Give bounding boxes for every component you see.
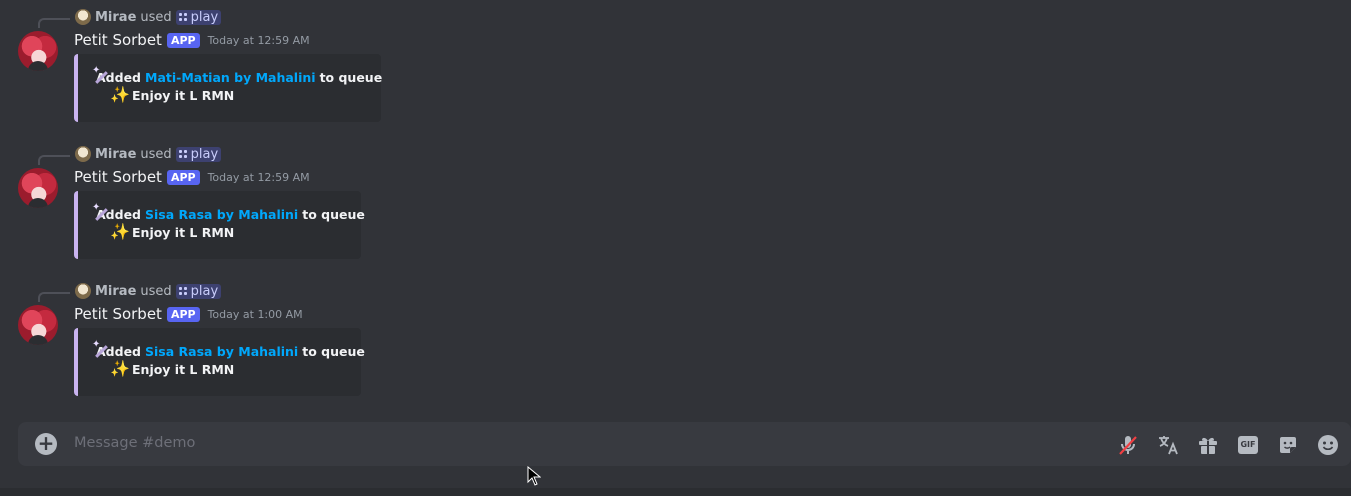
reply-context[interactable]: Mirae used play bbox=[75, 145, 222, 163]
embed-line-2: ✨ Enjoy it L RMN bbox=[92, 223, 345, 241]
reply-username[interactable]: Mirae bbox=[95, 147, 136, 162]
reply-avatar bbox=[75, 146, 91, 162]
slash-command-icon bbox=[178, 12, 188, 22]
app-badge: APP bbox=[166, 32, 200, 48]
embed: Added Sisa Rasa by Mahalini to queue ✨ E… bbox=[74, 328, 365, 396]
embed: Added Mati-Matian by Mahalini to queue ✨… bbox=[74, 54, 382, 122]
embed-line-1: Added Mati-Matian by Mahalini to queue bbox=[92, 65, 382, 86]
embed-line-2: ✨ Enjoy it L RMN bbox=[92, 360, 345, 378]
reply-verb: used bbox=[140, 146, 172, 162]
reply-verb: used bbox=[140, 9, 172, 25]
gif-icon[interactable]: GIF bbox=[1236, 433, 1260, 457]
command-mention[interactable]: play bbox=[175, 9, 222, 25]
message-composer: + Message #demo GIF bbox=[18, 422, 1351, 466]
author-name[interactable]: Petit Sorbet bbox=[74, 31, 162, 49]
author-avatar[interactable] bbox=[18, 31, 58, 71]
reply-context[interactable]: Mirae used play bbox=[75, 8, 222, 26]
mouse-cursor-icon bbox=[527, 466, 541, 486]
track-link[interactable]: Sisa Rasa by Mahalini bbox=[145, 344, 298, 359]
author-name[interactable]: Petit Sorbet bbox=[74, 305, 162, 323]
author-avatar[interactable] bbox=[18, 305, 58, 345]
enjoy-text: Enjoy it L RMN bbox=[132, 224, 235, 240]
voice-muted-icon[interactable] bbox=[1116, 433, 1140, 457]
message: Mirae used play Petit Sorbet APP Today a… bbox=[0, 137, 1351, 267]
timestamp[interactable]: Today at 12:59 AM bbox=[208, 34, 310, 47]
enjoy-text: Enjoy it L RMN bbox=[132, 87, 235, 103]
message-header: Petit Sorbet APP Today at 12:59 AM bbox=[74, 29, 310, 51]
reply-connector bbox=[38, 155, 70, 165]
app-badge: APP bbox=[166, 306, 200, 322]
gif-label: GIF bbox=[1238, 436, 1258, 454]
sparkles-icon: ✨ bbox=[110, 222, 130, 241]
enjoy-text: Enjoy it L RMN bbox=[132, 361, 235, 377]
sparkles-icon: ✨ bbox=[110, 359, 130, 378]
message-input[interactable]: Message #demo bbox=[74, 435, 195, 451]
author-avatar[interactable] bbox=[18, 168, 58, 208]
plus-icon[interactable]: + bbox=[35, 433, 57, 455]
reply-context[interactable]: Mirae used play bbox=[75, 282, 222, 300]
command-mention[interactable]: play bbox=[175, 283, 222, 299]
track-link[interactable]: Sisa Rasa by Mahalini bbox=[145, 207, 298, 222]
reply-avatar bbox=[75, 283, 91, 299]
sticker-icon[interactable] bbox=[1276, 433, 1300, 457]
track-link[interactable]: Mati-Matian by Mahalini bbox=[145, 70, 316, 85]
timestamp[interactable]: Today at 12:59 AM bbox=[208, 171, 310, 184]
gift-icon[interactable] bbox=[1196, 433, 1220, 457]
embed-line-1: Added Sisa Rasa by Mahalini to queue bbox=[92, 339, 365, 360]
queue-suffix: to queue bbox=[302, 206, 365, 222]
author-name[interactable]: Petit Sorbet bbox=[74, 168, 162, 186]
bottom-bar bbox=[0, 488, 1351, 496]
reply-username[interactable]: Mirae bbox=[95, 10, 136, 25]
queue-suffix: to queue bbox=[319, 69, 383, 85]
embed-line-1: Added Sisa Rasa by Mahalini to queue bbox=[92, 202, 365, 223]
command-name: play bbox=[190, 283, 219, 299]
reply-avatar bbox=[75, 9, 91, 25]
reply-connector bbox=[38, 292, 70, 302]
slash-command-icon bbox=[178, 286, 188, 296]
app-badge: APP bbox=[166, 169, 200, 185]
message: Mirae used play Petit Sorbet APP Today a… bbox=[0, 0, 1351, 130]
message-header: Petit Sorbet APP Today at 1:00 AM bbox=[74, 303, 303, 325]
message: Mirae used play Petit Sorbet APP Today a… bbox=[0, 274, 1351, 404]
queue-suffix: to queue bbox=[302, 343, 365, 359]
message-header: Petit Sorbet APP Today at 12:59 AM bbox=[74, 166, 310, 188]
embed-line-2: ✨ Enjoy it L RMN bbox=[92, 86, 365, 104]
slash-command-icon bbox=[178, 149, 188, 159]
reply-connector bbox=[38, 18, 70, 28]
command-mention[interactable]: play bbox=[175, 146, 222, 162]
command-name: play bbox=[190, 146, 219, 162]
emoji-icon[interactable] bbox=[1316, 433, 1340, 457]
translate-icon[interactable] bbox=[1156, 433, 1180, 457]
command-name: play bbox=[190, 9, 219, 25]
sparkles-icon: ✨ bbox=[110, 85, 130, 104]
timestamp[interactable]: Today at 1:00 AM bbox=[208, 308, 303, 321]
embed: Added Sisa Rasa by Mahalini to queue ✨ E… bbox=[74, 191, 365, 259]
reply-verb: used bbox=[140, 283, 172, 299]
reply-username[interactable]: Mirae bbox=[95, 284, 136, 299]
